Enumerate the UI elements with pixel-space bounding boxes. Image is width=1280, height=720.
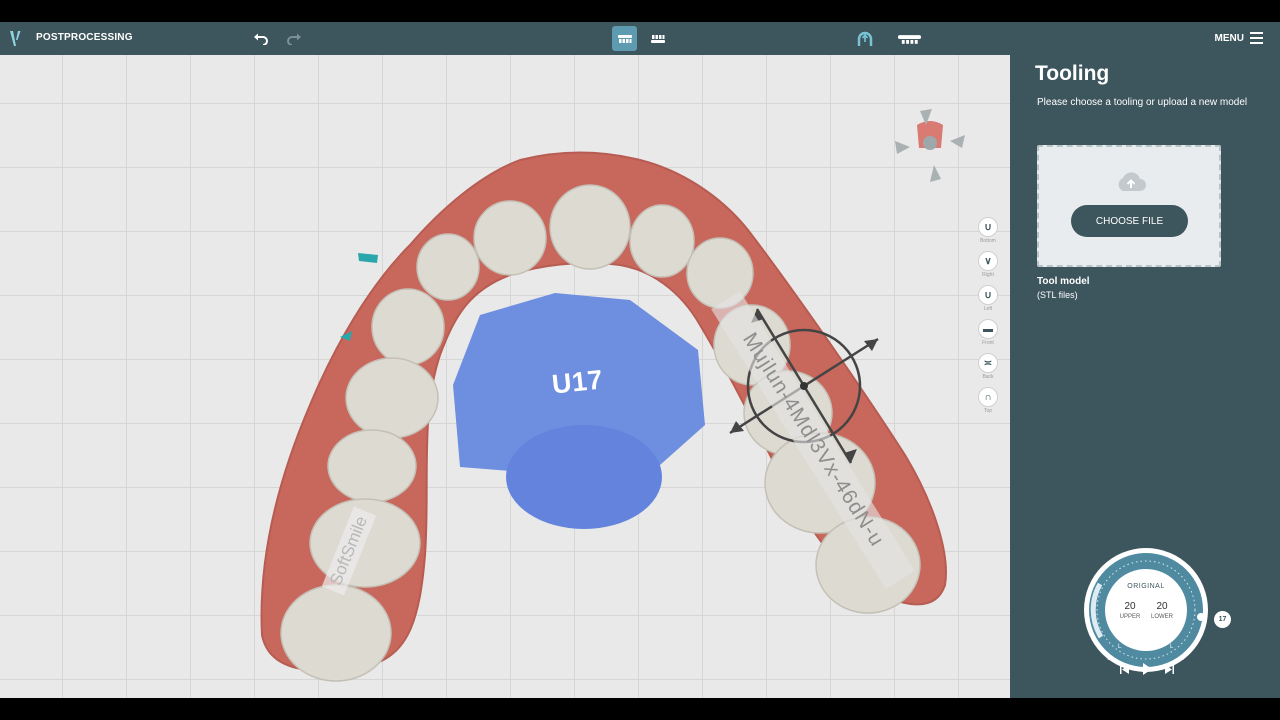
- attachment: [358, 253, 378, 263]
- model-step-label: U17: [550, 364, 605, 400]
- dial-tick-label: U: [1180, 656, 1185, 662]
- 3d-viewport[interactable]: U17 SoftSmile Mujlun-4Mdl3Vx-46dN-u ∪ Bo…: [0, 55, 1010, 698]
- tooth: [473, 200, 547, 276]
- view-top-label: Top: [983, 408, 993, 414]
- panel-subtitle: Please choose a tooling or upload a new …: [1037, 97, 1248, 108]
- view-top-icon: ∩: [978, 387, 998, 407]
- choose-file-button[interactable]: CHOOSE FILE: [1071, 205, 1188, 237]
- tool-model-subtitle: (STL files): [1037, 290, 1078, 300]
- view-back-icon: ≍: [978, 353, 998, 373]
- skip-back-icon: [1120, 664, 1129, 674]
- arch-button[interactable]: [852, 26, 877, 51]
- redo-icon: [286, 33, 301, 45]
- dial-tick-label: L: [1118, 644, 1122, 650]
- undo-button[interactable]: [248, 26, 273, 51]
- app-window: POSTPROCESSING MENU U17 SoftSmile Mujlun…: [0, 0, 1280, 720]
- top-bar: POSTPROCESSING MENU: [0, 22, 1280, 55]
- view-right-icon: ∨: [978, 251, 998, 271]
- menu-label[interactable]: MENU: [1215, 33, 1244, 44]
- view-left-button[interactable]: ∪ Left: [975, 285, 1001, 319]
- logo-icon: [10, 31, 21, 46]
- dial-tick-label: L: [1170, 644, 1174, 650]
- dial-center: ORIGINAL 20 20 UPPER LOWER: [1105, 569, 1187, 651]
- view-presets: ∪ Bottom ∨ Right ∪ Left ▬ Front ≍ Back ∩…: [975, 217, 1001, 421]
- upper-count: 20: [1124, 601, 1136, 612]
- tooth: [371, 288, 445, 366]
- dial-mode: ORIGINAL: [1127, 583, 1165, 590]
- tooth: [327, 429, 417, 503]
- view-bottom-label: Bottom: [980, 238, 996, 244]
- view-top-button[interactable]: ∩ Top: [975, 387, 1001, 421]
- hamburger-icon[interactable]: [1250, 32, 1263, 44]
- tooth: [280, 584, 392, 682]
- lower-jaw-view-button[interactable]: [645, 26, 670, 51]
- view-front-button[interactable]: ▬ Front: [975, 319, 1001, 353]
- arch-icon: [857, 31, 872, 46]
- dental-scene: [260, 109, 965, 682]
- play-button[interactable]: [1139, 662, 1155, 676]
- tooth: [345, 357, 439, 439]
- aligner-icon: [897, 34, 922, 44]
- view-back-button[interactable]: ≍ Back: [975, 353, 1001, 387]
- tooth: [549, 184, 631, 270]
- undo-icon: [253, 33, 268, 45]
- view-back-label: Back: [982, 374, 994, 380]
- tooling-dome: [506, 425, 662, 529]
- panel-title: Tooling: [1035, 62, 1110, 85]
- play-icon: [1143, 663, 1152, 675]
- view-front-icon: ▬: [978, 319, 998, 339]
- upper-label: UPPER: [1119, 614, 1141, 620]
- skip-forward-button[interactable]: [1161, 662, 1177, 676]
- skip-forward-icon: [1165, 664, 1174, 674]
- view-left-label: Left: [983, 306, 993, 312]
- view-bottom-icon: ∪: [978, 217, 998, 237]
- aligner-button[interactable]: [897, 26, 922, 51]
- upper-jaw-view-icon: [617, 34, 632, 43]
- orientation-gizmo: [895, 109, 965, 182]
- upload-dropzone[interactable]: CHOOSE FILE: [1037, 145, 1221, 267]
- view-right-label: Right: [982, 272, 994, 278]
- view-bottom-button[interactable]: ∪ Bottom: [975, 217, 1001, 251]
- tooth: [629, 204, 695, 278]
- redo-button[interactable]: [281, 26, 306, 51]
- dial-tick-label: U: [1107, 656, 1112, 662]
- tool-model-title: Tool model: [1037, 276, 1090, 287]
- cloud-upload-icon: [1118, 172, 1146, 191]
- view-front-label: Front: [982, 340, 994, 346]
- lower-label: LOWER: [1150, 614, 1173, 620]
- lower-count: 20: [1156, 601, 1168, 612]
- view-right-button[interactable]: ∨ Right: [975, 251, 1001, 285]
- view-left-icon: ∪: [978, 285, 998, 305]
- upper-jaw-view-button[interactable]: [612, 26, 637, 51]
- tooth: [416, 233, 480, 301]
- skip-back-button[interactable]: [1117, 662, 1133, 676]
- app-title: POSTPROCESSING: [36, 32, 133, 43]
- step-badge: 17: [1214, 611, 1231, 628]
- lower-jaw-view-icon: [650, 34, 665, 43]
